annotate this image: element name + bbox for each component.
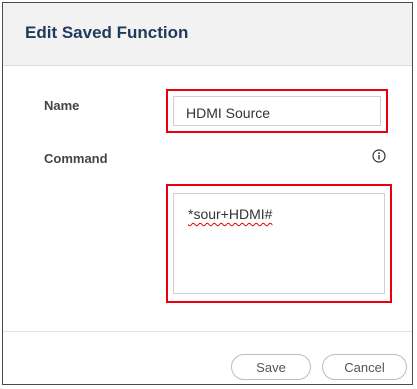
dialog-title: Edit Saved Function [25,23,189,42]
save-button[interactable]: Save [231,354,311,380]
cancel-button[interactable]: Cancel [322,354,407,380]
edit-saved-function-dialog: Edit Saved Function Name HDMI Source Com… [2,2,413,385]
command-label: Command [44,151,108,166]
name-input[interactable]: HDMI Source [173,96,381,126]
command-text: *sour+HDMI# [188,206,273,222]
command-textarea[interactable]: *sour+HDMI# [173,193,385,294]
footer-divider [3,331,412,332]
name-highlight-box: HDMI Source [166,89,388,133]
name-label: Name [44,98,80,113]
dialog-header: Edit Saved Function [3,3,412,66]
command-highlight-box: *sour+HDMI# [166,184,392,303]
info-icon[interactable] [372,149,386,163]
